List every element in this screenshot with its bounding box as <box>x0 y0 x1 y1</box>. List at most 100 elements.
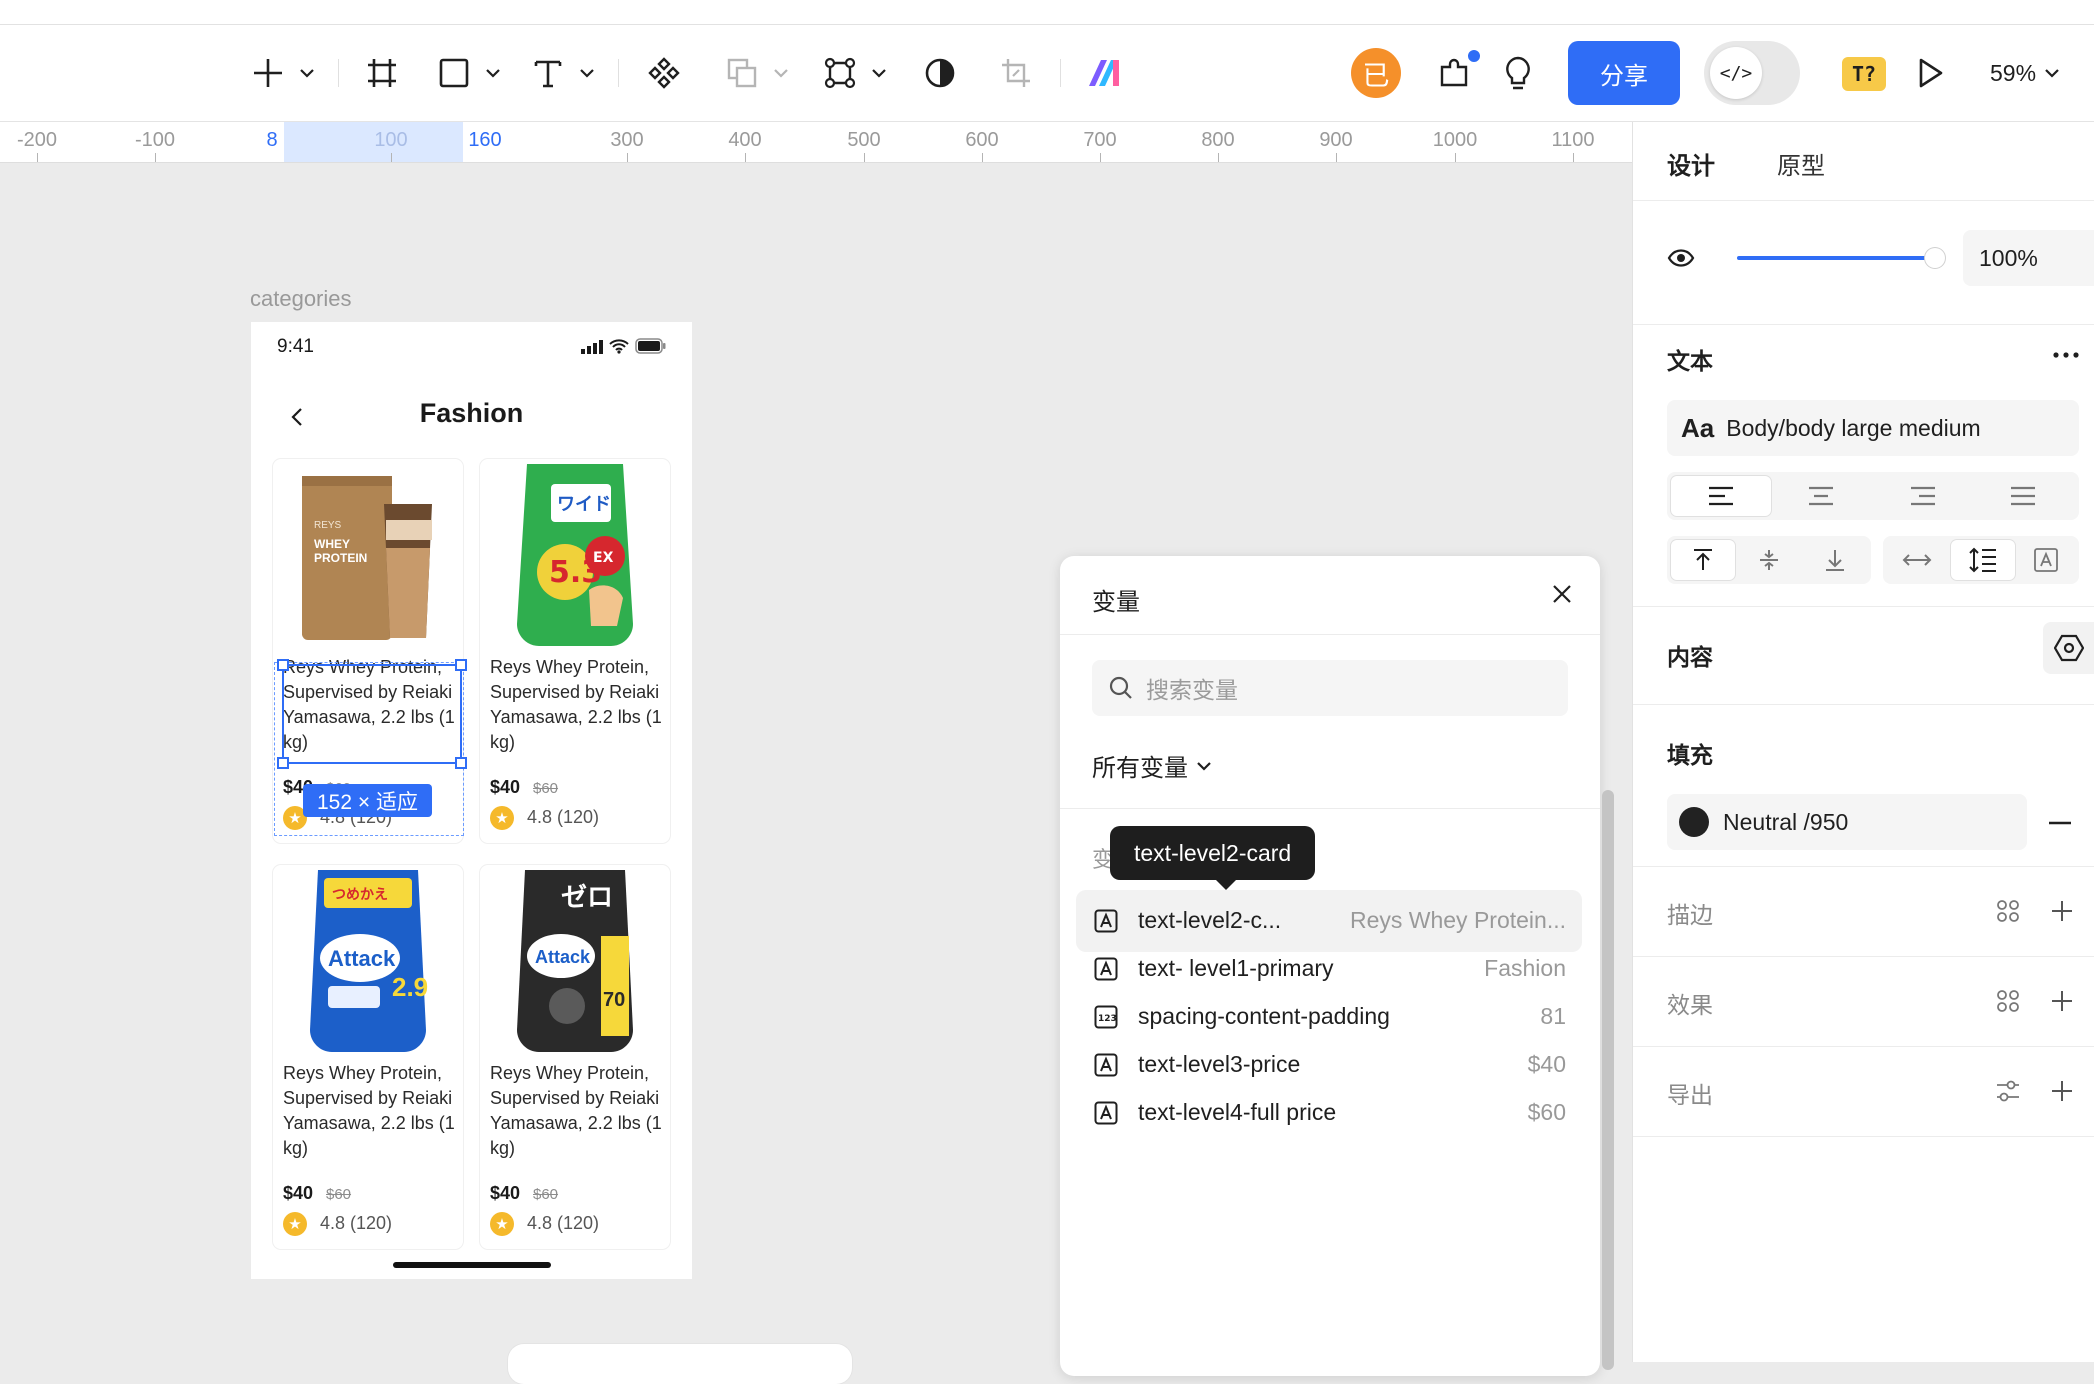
ruler-label: 100 <box>374 129 408 151</box>
svg-text:ゼロ: ゼロ <box>561 883 613 913</box>
product-card[interactable]: つめかえ Attack 2.9 Reys Whey Protein, Super… <box>273 865 463 1249</box>
boolean-icon[interactable] <box>720 25 764 121</box>
chevron-down-icon[interactable] <box>298 25 316 121</box>
product-card[interactable]: ワイド 5.3 EX Reys Whey Protein, Supervised… <box>480 459 670 843</box>
divider <box>1633 606 2094 607</box>
plugin-icon[interactable] <box>1432 25 1476 121</box>
component-icon[interactable] <box>642 25 686 121</box>
code-icon: </> <box>1710 47 1762 99</box>
chevron-down-icon[interactable] <box>772 25 790 121</box>
zoom-dropdown[interactable]: 59% <box>1990 25 2060 121</box>
add-effect-icon[interactable] <box>2047 986 2077 1016</box>
ruler-label-selection-start: 8 <box>266 129 278 151</box>
svg-text:PROTEIN: PROTEIN <box>314 551 367 565</box>
tab-prototype[interactable]: 原型 <box>1777 146 1825 181</box>
product-rating: 4.8 (120) <box>320 1213 393 1233</box>
product-rating: 4.8 (120) <box>527 807 600 827</box>
fill-swatch <box>1679 807 1709 837</box>
ruler-label: 800 <box>1201 129 1235 151</box>
align-justify-icon[interactable] <box>1973 476 2073 516</box>
close-icon[interactable] <box>1550 582 1574 611</box>
crop-icon[interactable] <box>994 25 1038 121</box>
frame-icon[interactable] <box>360 25 404 121</box>
frame-name-label[interactable]: categories <box>250 286 352 312</box>
chevron-down-icon[interactable] <box>484 25 502 121</box>
product-card[interactable]: ゼロ Attack 70 Reys Whey Protein, Supervis… <box>480 865 670 1249</box>
add-icon[interactable] <box>246 25 290 121</box>
opacity-input[interactable]: 100% <box>1963 230 2094 286</box>
user-avatar[interactable]: 已 <box>1351 48 1401 98</box>
vertical-align-group <box>1667 536 1871 584</box>
style-grid-icon[interactable] <box>1993 896 2023 926</box>
text-style-selector[interactable]: Aa Body/body large medium <box>1667 400 2079 456</box>
fill-color-field[interactable]: Neutral /950 <box>1667 794 2027 850</box>
tab-design[interactable]: 设计 <box>1667 146 1715 181</box>
play-icon[interactable] <box>1908 25 1952 121</box>
text-resize-group <box>1883 536 2079 584</box>
text-tool-icon[interactable] <box>526 25 570 121</box>
mask-icon[interactable] <box>918 25 962 121</box>
lightbulb-icon[interactable] <box>1496 25 1540 121</box>
variable-value: $40 <box>1527 1051 1566 1077</box>
variable-name-tooltip: text-level2-card <box>1110 826 1316 880</box>
protein-pouch-image: REYS WHEY PROTEIN <box>273 459 463 651</box>
variable-binding-icon[interactable] <box>2043 622 2094 674</box>
export-settings-icon[interactable] <box>1993 1076 2023 1106</box>
number-variable-icon: 123 <box>1094 1005 1118 1029</box>
align-center-icon[interactable] <box>1771 476 1871 516</box>
variable-filter-dropdown[interactable]: 所有变量 <box>1092 748 1212 783</box>
fill-color-name: Neutral /950 <box>1723 808 1849 835</box>
style-grid-icon[interactable] <box>1993 986 2023 1016</box>
notification-dot <box>1466 48 1482 64</box>
divider <box>1633 956 2094 957</box>
ai-logo-icon[interactable] <box>1084 25 1128 121</box>
divider <box>1633 1046 2094 1047</box>
share-button[interactable]: 分享 <box>1568 41 1680 105</box>
align-left-icon[interactable] <box>1671 476 1771 516</box>
translate-badge[interactable]: T? <box>1842 57 1886 91</box>
ruler-label: 900 <box>1319 129 1353 151</box>
resize-handle[interactable] <box>277 659 289 671</box>
auto-width-icon[interactable] <box>1887 540 1947 580</box>
ruler-label: -200 <box>16 129 58 151</box>
content-section-title: 内容 <box>1667 644 1713 670</box>
text-selection-box[interactable] <box>277 659 467 769</box>
divider <box>1633 1136 2094 1137</box>
align-bottom-icon[interactable] <box>1803 540 1867 580</box>
opacity-slider-track[interactable] <box>1737 256 1933 260</box>
product-title: Reys Whey Protein, Supervised by Reiaki … <box>283 1063 455 1158</box>
main-toolbar: 已 分享 </> T? 59% <box>0 25 2094 122</box>
chevron-down-icon[interactable] <box>870 25 888 121</box>
more-icon[interactable] <box>2051 340 2081 370</box>
canvas-frame-partial[interactable] <box>508 1344 852 1384</box>
fixed-size-icon[interactable] <box>2017 540 2075 580</box>
variable-search-input[interactable]: 搜索变量 <box>1092 660 1568 716</box>
align-right-icon[interactable] <box>1873 476 1973 516</box>
resize-handle[interactable] <box>455 659 467 671</box>
divider <box>1633 324 2094 325</box>
align-top-icon[interactable] <box>1671 540 1735 580</box>
resize-handle[interactable] <box>277 757 289 769</box>
fill-section-title: 填充 <box>1667 742 1713 768</box>
properties-panel: 设计 原型 100% 文本 Aa Body/body large medium <box>1632 122 2094 1362</box>
opacity-slider-thumb[interactable] <box>1925 248 1945 268</box>
page-title: Fashion <box>419 398 524 428</box>
add-export-icon[interactable] <box>2047 1076 2077 1106</box>
auto-height-icon[interactable] <box>1951 540 2015 580</box>
add-stroke-icon[interactable] <box>2047 896 2077 926</box>
resize-handle[interactable] <box>455 757 467 769</box>
window-top-strip <box>0 0 2094 25</box>
rectangle-icon[interactable] <box>432 25 476 121</box>
eye-icon[interactable] <box>1667 244 1695 272</box>
product-title: Reys Whey Protein, Supervised by Reiaki … <box>490 1063 662 1158</box>
variables-scrollbar[interactable] <box>1602 790 1614 1370</box>
dev-mode-toggle[interactable]: </> <box>1704 41 1800 105</box>
horizontal-ruler[interactable]: -200 -100 8 100 160 300 400 500 600 700 … <box>0 122 1632 163</box>
chevron-down-icon[interactable] <box>578 25 596 121</box>
divider <box>1060 808 1600 809</box>
align-middle-icon[interactable] <box>1737 540 1801 580</box>
variable-row[interactable]: text-level4-full price $60 <box>1076 1082 1582 1144</box>
ruler-label: 300 <box>610 129 644 151</box>
vector-icon[interactable] <box>818 25 862 121</box>
remove-fill-icon[interactable] <box>2045 808 2075 838</box>
